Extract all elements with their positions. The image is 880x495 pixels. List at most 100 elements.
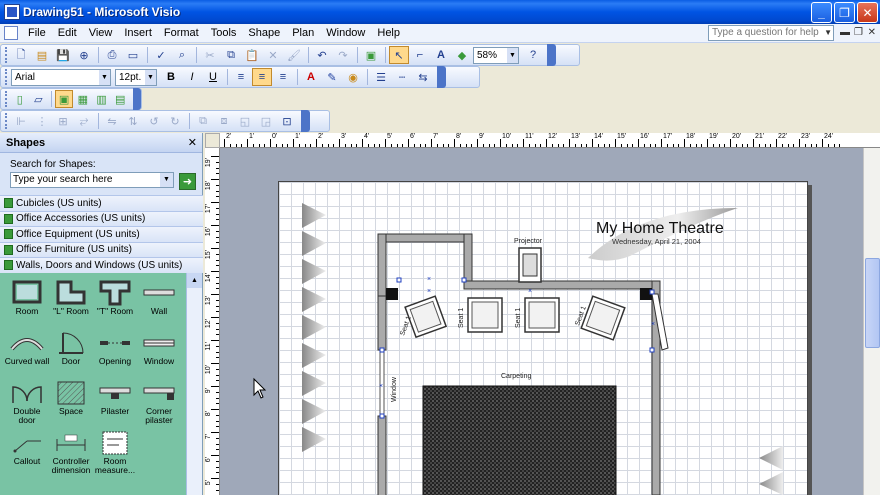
scroll-up-icon[interactable]: ▲ [187,273,202,288]
paste-icon[interactable]: 📋 [242,46,262,64]
master-door[interactable]: Door [48,327,94,377]
doc-close-icon[interactable]: ✕ [868,27,876,38]
chevron-down-icon[interactable]: ▼ [824,26,832,40]
drawing-date[interactable]: Wednesday, April 21, 2004 [612,237,701,246]
visio-app-icon[interactable] [4,4,20,20]
connect-shapes-icon[interactable]: ⊡ [277,112,297,130]
align-right-icon[interactable]: ≡ [273,68,293,86]
menu-shape[interactable]: Shape [242,27,286,39]
document-icon[interactable] [4,26,18,40]
page-icon[interactable]: ▱ [30,90,48,108]
restore-button[interactable]: ❐ [834,2,855,23]
vertical-ruler[interactable]: 19' 18' 17' 16' 15' 14' 13' 12' 11' 10' 9' 8' 7' 6' 5' [205,148,220,495]
flip-vertical-icon[interactable]: ⇅ [123,112,143,130]
master-corner-pilaster[interactable]: Corner pilaster [136,377,182,427]
doc-minimize-icon[interactable]: ▬ [840,27,850,38]
master-curved-wall[interactable]: Curved wall [4,327,50,377]
open-icon[interactable]: ▤ [32,46,52,64]
layout-shapes-icon[interactable]: ⊞ [53,112,73,130]
fill-color-icon[interactable]: ◉ [343,68,363,86]
menu-help[interactable]: Help [371,27,406,39]
align-center-icon[interactable]: ≡ [252,68,272,86]
bring-front-icon[interactable]: ◱ [235,112,255,130]
menu-view[interactable]: View [83,27,119,39]
icons-names-icon[interactable]: ▦ [74,90,92,108]
scrollbar-thumb[interactable] [865,258,880,348]
menu-format[interactable]: Format [158,27,205,39]
names-only-icon[interactable]: ▥ [93,90,111,108]
font-size-select[interactable]: 12pt. ▼ [115,68,157,86]
spelling-icon[interactable]: ✓ [151,46,171,64]
master-space[interactable]: Space [48,377,94,427]
align-left-icon[interactable]: ≡ [231,68,251,86]
ruler-corner[interactable] [205,133,220,148]
research-icon[interactable]: ⌕ [172,46,192,64]
stencil-office-furniture[interactable]: Office Furniture (US units) [0,241,203,257]
master-opening[interactable]: Opening [92,327,138,377]
copy-icon[interactable]: ⧉ [221,46,241,64]
bold-icon[interactable]: B [161,68,181,86]
rotate-right-icon[interactable]: ↻ [165,112,185,130]
cut-icon[interactable]: ✂ [200,46,220,64]
doc-restore-icon[interactable]: ❐ [854,27,863,38]
projector-shape[interactable]: Projector [514,238,543,283]
horizontal-ruler[interactable]: 2' 1' 0' 1' 2' 3' 4' 5' 6' 7' 8' 9' 10' 11' 12' 13' 14' 1… [220,133,880,148]
menu-tools[interactable]: Tools [205,27,243,39]
seat-2[interactable]: Seat 1 [458,297,503,333]
seat-3[interactable]: Seat 1 [515,297,560,333]
seat-1[interactable]: Seat 1 [399,295,448,339]
drawing-canvas[interactable]: My Home Theatre Wednesday, April 21, 200… [220,148,863,495]
drawing-title[interactable]: My Home Theatre [596,220,724,237]
search-go-button[interactable]: ➜ [179,173,196,190]
undo-icon[interactable]: ↶ [312,46,332,64]
help-search-input[interactable]: Type a question for help ▼ [708,25,834,41]
menu-plan[interactable]: Plan [286,27,320,39]
toolbar-grip[interactable] [5,47,8,63]
text-tool-icon[interactable]: A [431,46,451,64]
toolbar-grip[interactable] [5,113,8,129]
toolbar-grip[interactable] [5,69,8,85]
details-icon[interactable]: ▤ [111,90,129,108]
master-window[interactable]: Window [136,327,182,377]
chevron-down-icon[interactable]: ▼ [507,47,518,63]
stencil-office-accessories[interactable]: Office Accessories (US units) [0,210,203,226]
menu-file[interactable]: File [22,27,52,39]
format-painter-icon[interactable]: 🖌 [284,46,304,64]
master-t-room[interactable]: "T" Room [92,277,138,327]
master-wall[interactable]: Wall [136,277,182,327]
save-icon[interactable]: 💾 [53,46,73,64]
drawing-vertical-scrollbar[interactable] [863,148,880,495]
minimize-button[interactable]: _ [811,2,832,23]
group-icon[interactable]: ⧉ [193,112,213,130]
master-callout[interactable]: Callout [4,427,50,477]
delete-icon[interactable]: ✕ [263,46,283,64]
connector-tool-icon[interactable]: ⌐ [410,46,430,64]
shapes-window-icon[interactable]: ▣ [361,46,381,64]
zoom-select[interactable]: 58% ▼ [473,46,519,64]
chevron-down-icon[interactable]: ▼ [145,69,156,85]
redo-icon[interactable]: ↷ [333,46,353,64]
master-room[interactable]: Room [4,277,50,327]
stencil-view-icon[interactable]: ▣ [55,90,74,108]
reroute-icon[interactable]: ⥂ [74,112,94,130]
distribute-icon[interactable]: ⋮ [32,112,52,130]
help-icon[interactable]: ? [523,46,543,64]
shape-search-input[interactable]: Type your search here ▼ [10,172,174,188]
toolbar-grip[interactable] [5,91,8,107]
stamp-tool-icon[interactable]: ◆ [452,46,472,64]
layer-icon[interactable]: ▯ [11,90,29,108]
italic-icon[interactable]: I [182,68,202,86]
stencil-walls-doors-windows[interactable]: Walls, Doors and Windows (US units) [0,257,203,273]
chevron-down-icon[interactable]: ▼ [99,69,110,85]
master-room-measurements[interactable]: Room measure... [92,427,138,477]
align-shapes-icon[interactable]: ⊩ [11,112,31,130]
menu-insert[interactable]: Insert [118,27,158,39]
ungroup-icon[interactable]: ⧈ [214,112,234,130]
master-controller-dimension[interactable]: Controller dimension [48,427,94,477]
line-ends-icon[interactable]: ⇆ [413,68,433,86]
stencil-office-equipment[interactable]: Office Equipment (US units) [0,226,203,242]
line-weight-icon[interactable]: ☰ [371,68,391,86]
toolbar-options-icon[interactable] [437,66,446,88]
print-icon[interactable]: ⎙ [102,46,122,64]
menu-window[interactable]: Window [320,27,371,39]
